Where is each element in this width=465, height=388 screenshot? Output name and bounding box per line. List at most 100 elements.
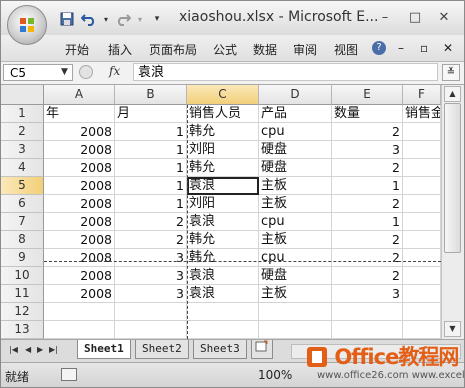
table-cell[interactable] [403,177,441,195]
table-cell[interactable] [403,123,441,141]
table-cell[interactable]: 2008 [44,249,115,267]
column-header-d[interactable]: D [259,85,332,105]
table-cell[interactable] [259,321,332,339]
row-header[interactable]: 9 [1,249,44,267]
table-cell[interactable] [403,303,441,321]
row-header[interactable]: 1 [1,105,44,123]
vertical-scroll-thumb[interactable] [444,103,461,253]
first-sheet-icon[interactable]: |◀ [9,345,18,354]
active-cell[interactable]: 袁浪 [187,177,259,195]
prev-sheet-icon[interactable]: ◀ [25,345,31,354]
table-cell[interactable]: 刘阳 [187,141,259,159]
column-header-e[interactable]: E [332,85,403,105]
table-cell[interactable]: 2008 [44,177,115,195]
name-box-dropdown-icon[interactable]: ▼ [61,67,68,77]
sheet-tab-1[interactable]: Sheet1 [77,340,131,359]
row-header[interactable]: 2 [1,123,44,141]
row-header[interactable]: 6 [1,195,44,213]
row-header[interactable]: 13 [1,321,44,339]
table-cell[interactable]: 1 [332,177,403,195]
table-cell[interactable] [187,303,259,321]
table-cell[interactable] [403,285,441,303]
row-header[interactable]: 5 [1,177,44,195]
column-header-a[interactable]: A [44,85,115,105]
table-cell[interactable] [403,231,441,249]
table-cell[interactable]: 3 [115,285,187,303]
table-cell[interactable]: 1 [115,195,187,213]
column-header-c[interactable]: C [187,85,259,105]
table-cell[interactable]: 3 [332,141,403,159]
row-header[interactable]: 12 [1,303,44,321]
table-cell[interactable]: 2008 [44,159,115,177]
formula-bar-resize-icon[interactable] [79,65,93,79]
table-cell[interactable]: 数量 [332,105,403,123]
table-cell[interactable]: 3 [115,249,187,267]
redo-dropdown-icon[interactable]: ▾ [137,11,143,27]
row-header[interactable]: 3 [1,141,44,159]
table-cell[interactable]: cpu [259,249,332,267]
table-cell[interactable]: 主板 [259,195,332,213]
last-sheet-icon[interactable]: ▶| [49,345,58,354]
table-cell[interactable]: 韩允 [187,249,259,267]
select-all-corner[interactable] [1,85,44,105]
table-cell[interactable]: 2 [115,213,187,231]
ribbon-minimize-button[interactable]: – [398,41,404,55]
table-cell[interactable] [44,303,115,321]
table-cell[interactable]: 1 [115,141,187,159]
table-cell[interactable]: 2 [332,267,403,285]
table-cell[interactable]: cpu [259,213,332,231]
row-header[interactable]: 8 [1,231,44,249]
table-cell[interactable] [403,249,441,267]
redo-icon[interactable] [115,11,131,27]
zoom-level[interactable]: 100% [258,368,292,382]
table-cell[interactable] [187,321,259,339]
table-cell[interactable]: 主板 [259,231,332,249]
table-cell[interactable]: 硬盘 [259,159,332,177]
help-icon[interactable]: ? [372,41,386,55]
save-icon[interactable] [59,11,75,27]
table-cell[interactable]: 2008 [44,213,115,231]
table-cell[interactable]: 2008 [44,123,115,141]
column-header-f[interactable]: F [403,85,441,105]
row-header[interactable]: 11 [1,285,44,303]
undo-dropdown-icon[interactable]: ▾ [103,11,109,27]
ribbon-close-button[interactable]: ✕ [443,41,453,55]
close-button[interactable]: ✕ [429,7,459,27]
table-cell[interactable] [403,159,441,177]
tab-review[interactable]: 审阅 [293,41,317,58]
table-cell[interactable]: 1 [332,213,403,231]
macro-record-icon[interactable] [61,368,77,381]
formula-input[interactable]: 袁浪 [133,63,438,81]
next-sheet-icon[interactable]: ▶ [37,345,43,354]
table-cell[interactable]: 2008 [44,285,115,303]
table-cell[interactable]: 袁浪 [187,267,259,285]
table-cell[interactable]: 2008 [44,231,115,249]
table-cell[interactable]: 主板 [259,285,332,303]
table-cell[interactable]: 2 [115,231,187,249]
row-header[interactable]: 4 [1,159,44,177]
table-cell[interactable]: 韩允 [187,159,259,177]
table-cell[interactable]: 2 [332,195,403,213]
tab-view[interactable]: 视图 [334,41,358,58]
customize-qat-icon[interactable]: ▾ [149,11,165,27]
insert-sheet-icon[interactable] [251,340,273,359]
tab-formulas[interactable]: 公式 [213,41,237,58]
table-cell[interactable]: 韩允 [187,231,259,249]
table-cell[interactable]: 主板 [259,177,332,195]
table-cell[interactable]: 3 [115,267,187,285]
table-cell[interactable] [403,213,441,231]
maximize-button[interactable]: □ [400,7,430,27]
table-cell[interactable]: 2008 [44,267,115,285]
table-cell[interactable]: 1 [115,123,187,141]
table-cell[interactable]: 硬盘 [259,141,332,159]
table-cell[interactable]: 2 [332,231,403,249]
tab-home[interactable]: 开始 [65,41,89,58]
table-cell[interactable]: 产品 [259,105,332,123]
table-cell[interactable]: 1 [115,159,187,177]
table-cell[interactable]: 2 [332,249,403,267]
table-cell[interactable] [403,141,441,159]
table-cell[interactable]: 2008 [44,141,115,159]
table-cell[interactable] [332,321,403,339]
ribbon-restore-button[interactable]: ▫ [420,41,428,55]
table-cell[interactable]: 1 [115,177,187,195]
